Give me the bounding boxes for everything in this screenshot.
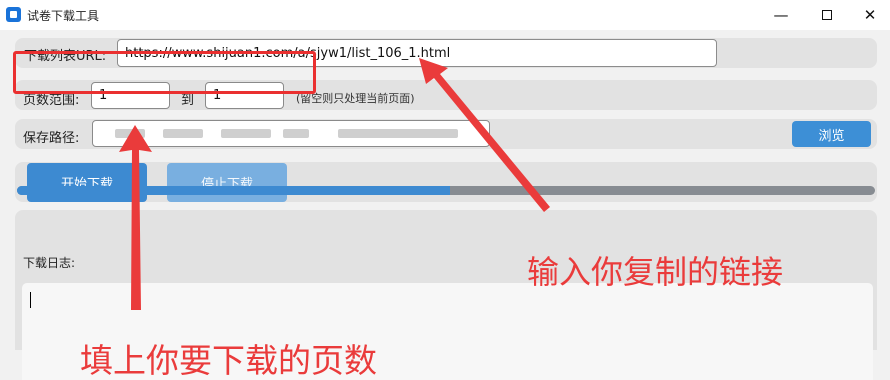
redacted-path [163, 129, 203, 138]
save-path-label: 保存路径: [23, 131, 80, 146]
close-button[interactable]: ✕ [850, 0, 890, 30]
start-download-button[interactable]: 开始下载 [27, 163, 147, 202]
redacted-path [283, 129, 309, 138]
redacted-path [221, 129, 271, 138]
browse-button[interactable]: 浏览 [792, 121, 871, 147]
redacted-path [338, 129, 458, 138]
page-annotation: 填上你要下载的页数 [80, 341, 377, 380]
window-title: 试卷下载工具 [27, 9, 100, 23]
save-path-input[interactable] [92, 120, 490, 147]
url-annotation: 输入你复制的链接 [527, 253, 784, 291]
minimize-button[interactable]: — [758, 0, 804, 30]
text-caret [30, 292, 31, 308]
page-range-highlight-box [13, 51, 316, 94]
log-label: 下载日志: [23, 256, 76, 270]
maximize-button[interactable] [804, 0, 850, 30]
progress-bar [17, 186, 875, 195]
title-bar: 试卷下载工具 — ✕ [0, 0, 890, 30]
maximize-icon [822, 10, 832, 20]
stop-download-button[interactable]: 停止下载 [167, 163, 287, 202]
redacted-path [115, 129, 145, 138]
progress-fill [17, 186, 451, 195]
app-icon [6, 7, 21, 22]
